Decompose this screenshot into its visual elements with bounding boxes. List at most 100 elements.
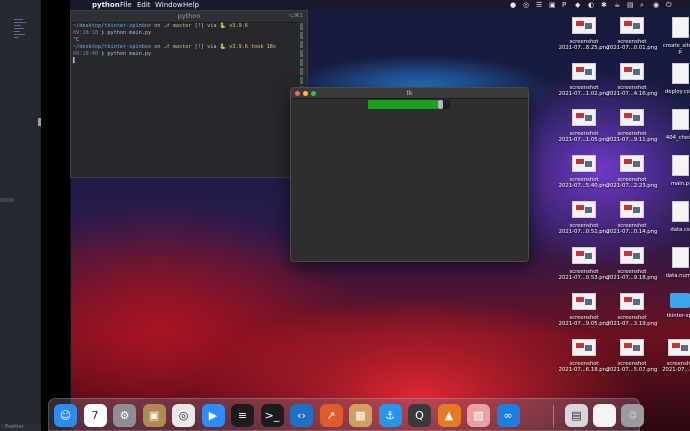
terminal-titlebar[interactable]: python ⌥⌘1 [71, 11, 307, 23]
image-file-icon [572, 247, 596, 264]
quicktime-glyph: Q [415, 409, 424, 422]
coffee-icon[interactable]: ☕ [614, 0, 620, 11]
terminal-shortcut: ⌥⌘1 [287, 13, 303, 19]
control-center-icon[interactable]: ◉ [653, 0, 659, 11]
desktop-icon-folder[interactable]: tkinter-spi [652, 293, 690, 319]
desktop-icon-label: deploy.com [664, 89, 690, 95]
desktop-icon-doc[interactable]: deploy.com [652, 63, 690, 95]
infinity-glyph: ∞ [503, 409, 513, 422]
dock-zoom-icon[interactable]: ▶ [201, 404, 225, 427]
vscode-glyph: ‹› [297, 409, 306, 422]
terminal-command-line: 09:18:40 ❯ python main.py [73, 51, 152, 57]
terminal-prompt-line: ~/desktop/tkinter-spinbox on ⎇ master [!… [73, 44, 277, 50]
desktop-icon-doc[interactable]: data.cs [652, 201, 690, 233]
image-file-icon [620, 339, 644, 356]
zoom-glyph: ▶ [208, 409, 218, 422]
code-line [14, 25, 21, 26]
dock-stats-icon[interactable]: ↗ [319, 404, 343, 427]
image-file-icon [620, 247, 644, 264]
document-icon [671, 247, 689, 268]
image-file-icon [572, 17, 596, 34]
search-icon[interactable]: ⌕ [640, 0, 644, 11]
desktop-icon-label: 404_check [665, 135, 690, 141]
image-file-icon [620, 201, 644, 218]
dock-vscode-icon[interactable]: ‹› [290, 404, 313, 427]
stats-glyph: ↗ [326, 409, 336, 422]
dock-quicktime-icon[interactable]: Q [408, 404, 431, 427]
desktop-icon-doc[interactable]: main.p [652, 155, 690, 187]
trash-glyph: ♲ [627, 409, 638, 422]
document-glyph [593, 404, 616, 427]
code-line [14, 37, 19, 38]
power-icon[interactable]: ⏻ [666, 0, 672, 11]
bluetooth-icon[interactable]: ✱ [601, 0, 607, 11]
display-icon[interactable]: ▣ [549, 0, 556, 11]
dock-terminal-icon[interactable]: >_ [260, 404, 284, 427]
desktop-icon-doc[interactable]: data.numb [652, 247, 690, 279]
menu-icon[interactable]: ☰ [536, 0, 542, 11]
desktop-icon-label: main.p [670, 181, 690, 187]
desktop-icon-sublabel: 2021-07...3.19.png [606, 321, 658, 328]
window-edge [41, 0, 70, 431]
chrome-glyph: ◎ [178, 409, 189, 422]
desktop-icon-image[interactable]: screensho2021-07...8.2 [652, 339, 690, 374]
terminal-window[interactable]: python ⌥⌘1 ~/desktop/tkinter-spinbox on … [70, 10, 308, 178]
dock-trash-icon[interactable]: ♲ [621, 404, 644, 427]
contrast-icon[interactable]: ◐ [588, 0, 594, 11]
dock: ☺ 7 ⚙ ▣ ◎ ▶ ≡ >_ ‹› ↗ ▦ ⚓ Q ▲ ▧ ∞ ▤ ♲ [48, 398, 644, 431]
dock-downloads-stack-icon[interactable]: ▤ [565, 404, 588, 427]
dock-system-preferences-icon[interactable]: ⚙ [113, 404, 136, 427]
image-file-icon [572, 201, 596, 218]
dock-finder-icon[interactable]: ☺ [54, 404, 77, 427]
activity-monitor-glyph: ≡ [237, 409, 248, 422]
image-file-icon [620, 155, 644, 172]
code-line [14, 19, 23, 20]
dock-document-icon[interactable] [593, 404, 616, 427]
tk-titlebar[interactable]: tk [291, 88, 528, 99]
terminal-glyph: >_ [264, 409, 280, 422]
dock-divider [553, 405, 554, 427]
desktop-icon-doc[interactable]: 404_check [652, 109, 690, 141]
progress-bar-fill [368, 100, 438, 109]
dock-archive-icon[interactable]: ▣ [142, 404, 166, 427]
dock-infinity-icon[interactable]: ∞ [496, 404, 520, 427]
dock-sourcetree-icon[interactable]: ▲ [437, 404, 461, 427]
code-line [14, 34, 25, 35]
battery-icon[interactable]: ▤ [627, 0, 634, 11]
terminal-output-line: ^C [73, 37, 80, 43]
desktop-icon-sublabel: p [678, 49, 682, 56]
tk-window-title: tk [406, 89, 413, 97]
terminal-title: python [177, 12, 201, 20]
terminal-cursor[interactable]: ▌ [73, 58, 76, 64]
tk-window[interactable]: tk [290, 87, 529, 262]
document-icon [671, 63, 689, 84]
image-file-icon [620, 63, 644, 80]
progress-bar-handle[interactable] [438, 100, 443, 109]
dock-package-icon[interactable]: ▦ [349, 404, 372, 427]
dropbox-icon[interactable]: ● [510, 0, 516, 11]
image-file-icon [620, 109, 644, 126]
terminal-command-line: 09:18:18 ❯ python main.py [73, 30, 152, 36]
downloads-stack-glyph: ▤ [571, 409, 582, 422]
desktop-icon-sublabel: 2021-07...8.2 [662, 367, 690, 374]
docker-glyph: ⚓ [385, 409, 395, 422]
dock-chrome-icon[interactable]: ◎ [172, 404, 195, 427]
package-glyph: ▦ [355, 409, 366, 422]
progress-bar[interactable] [368, 100, 450, 109]
terminal-prompt-line: ~/desktop/tkinter-spinbox on ⎇ master [!… [73, 23, 248, 29]
document-icon [671, 155, 689, 176]
dock-docker-icon[interactable]: ⚓ [378, 404, 402, 427]
desktop-icon-doc[interactable]: create_sitemp [652, 17, 690, 56]
code-line [14, 28, 24, 29]
dock-calendar-icon[interactable]: 7 [83, 404, 107, 427]
dock-preview-icon[interactable]: ▧ [467, 404, 490, 427]
dock-activity-monitor-icon[interactable]: ≡ [231, 404, 254, 427]
screen-icon[interactable]: ◎ [523, 0, 529, 11]
diamond-icon[interactable]: ◆ [575, 0, 580, 11]
editor-scroll-marker [0, 198, 14, 202]
desktop-icon-label: data.numb [665, 273, 690, 279]
image-file-icon [620, 293, 644, 310]
p-icon[interactable]: P [562, 0, 566, 11]
folder-icon [670, 293, 690, 308]
calendar-glyph: 7 [91, 409, 99, 422]
